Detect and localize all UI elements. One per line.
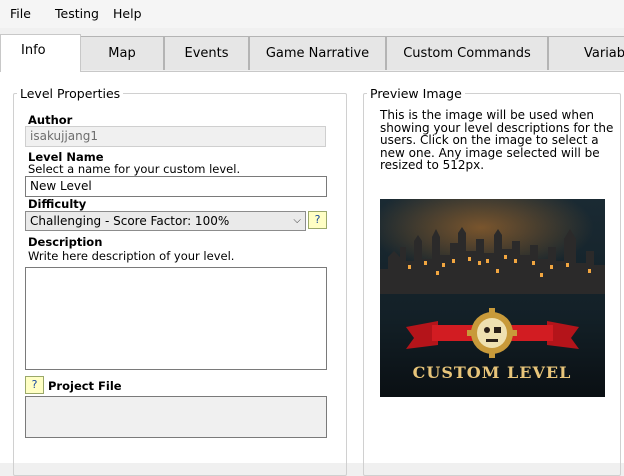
author-label: Author	[28, 113, 73, 127]
tab-events[interactable]: Events	[164, 36, 249, 70]
menu-bar: File Testing Help	[0, 0, 624, 28]
tab-strip: Info Map Events Game Narrative Custom Co…	[0, 34, 624, 72]
custom-level-artwork: CUSTOM LEVEL	[380, 199, 605, 397]
difficulty-value: Challenging - Score Factor: 100%	[30, 214, 230, 228]
preview-description: This is the image will be used when show…	[380, 109, 613, 172]
level-name-hint: Select a name for your custom level.	[28, 162, 241, 176]
difficulty-select[interactable]: Challenging - Score Factor: 100% ⌵	[25, 211, 306, 231]
tab-map[interactable]: Map	[80, 36, 164, 70]
project-file-field[interactable]	[25, 396, 327, 438]
tab-game-narrative[interactable]: Game Narrative	[249, 36, 386, 70]
author-field: isakujjang1	[25, 126, 326, 147]
menu-help[interactable]: Help	[113, 6, 142, 21]
project-file-help-button[interactable]: ?	[25, 376, 44, 394]
difficulty-help-button[interactable]: ?	[308, 211, 327, 229]
project-file-label: Project File	[48, 379, 122, 393]
preview-text-line: This is the image will be used when	[380, 108, 594, 122]
level-properties-legend: Level Properties	[20, 86, 121, 101]
menu-file[interactable]: File	[10, 6, 31, 21]
preview-text-line: users. Click on the image to select a	[380, 133, 599, 147]
description-hint: Write here description of your level.	[28, 249, 235, 263]
preview-image-legend: Preview Image	[370, 86, 462, 101]
tab-info[interactable]: Info	[0, 34, 81, 72]
artwork-title: CUSTOM LEVEL	[413, 363, 572, 382]
preview-text-line: resized to 512px.	[380, 158, 485, 172]
description-label: Description	[28, 235, 103, 249]
tab-custom-commands[interactable]: Custom Commands	[386, 36, 548, 70]
info-panel: Level Properties Author isakujjang1 Leve…	[0, 72, 624, 476]
level-name-input[interactable]: New Level	[25, 176, 327, 197]
difficulty-label: Difficulty	[28, 197, 87, 211]
description-textarea[interactable]	[25, 267, 327, 370]
menu-testing[interactable]: Testing	[55, 6, 99, 21]
preview-image[interactable]: CUSTOM LEVEL	[380, 199, 605, 397]
chevron-down-icon: ⌵	[293, 215, 301, 226]
tab-variables[interactable]: Variables	[548, 36, 624, 70]
